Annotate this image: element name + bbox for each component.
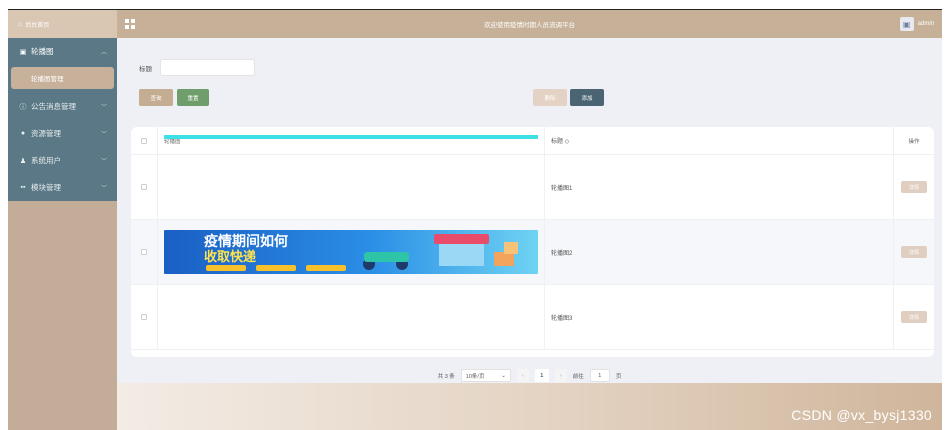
pagination: 共 3 条 10条/页 ⌄ ‹ 1 › 前往 1 页 [117,369,942,382]
reset-button[interactable]: 重置 [177,89,209,106]
watermark: CSDN @vx_bysj1330 [791,407,932,423]
detail-button[interactable]: 详情 [901,181,927,193]
carousel-image [158,285,545,349]
home-icon: ⌂ [18,20,23,28]
chevron-down-icon: ﹀ [100,105,107,111]
goto-prefix: 前往 [572,373,584,380]
carousel-image [158,135,545,219]
sidebar-item-carousel[interactable]: ▣ 轮播图 ︿ [8,38,117,65]
row-title: 轮播图3 [545,285,894,349]
col-header-op: 操作 [908,138,920,145]
sidebar-home-label: 后台首页 [25,22,50,29]
delivery-banner-image: 疫情期间如何 收取快递 [164,230,538,274]
sidebar-item-label: 公告消息管理 [31,102,76,111]
sidebar-item-label: 轮播图 [31,47,54,56]
carousel-image: 疫情期间如何 收取快递 [158,220,545,284]
select-all-checkbox[interactable] [131,127,158,154]
sidebar-home-link[interactable]: ⌂ 后台首页 [8,10,117,38]
row-title: 轮播图2 [545,220,894,284]
sidebar-subitem-carousel-manage[interactable]: 轮播图管理 [11,67,114,89]
page-title: 欢迎使用疫情时期人员流调平台 [484,22,575,29]
table-row: 轮播图1 详情 [131,135,934,220]
delete-button[interactable]: 删除 [533,89,567,106]
username: admin [917,21,934,27]
goto-suffix: 页 [615,373,622,380]
table-row: 疫情期间如何 收取快递 轮播图2 详情 [131,220,934,285]
carousel-table: 轮播图 标题 ◇ 操作 轮播图1 详情 疫情期间如何 收取快递 轮播图2 详情 … [131,127,934,357]
user-icon: ♟ [19,157,27,165]
chevron-down-icon: ⌄ [501,372,506,379]
sidebar-item-notices[interactable]: ⓘ 公告消息管理 ﹀ [8,93,117,120]
footer: CSDN @vx_bysj1330 [117,383,942,430]
goto-page-input[interactable]: 1 [589,369,610,382]
row-checkbox[interactable] [131,285,158,349]
col-header-image: 轮播图 [158,127,545,154]
table-row: 轮播图3 详情 [131,285,934,350]
sidebar: ⌂ 后台首页 ▣ 轮播图 ︿ 轮播图管理 ⓘ 公告消息管理 ﹀ ● 资源管理 ﹀… [8,10,117,430]
page-number[interactable]: 1 [534,369,549,382]
search-button[interactable]: 查询 [139,89,173,106]
chevron-up-icon: ︿ [100,50,107,56]
detail-button[interactable]: 详情 [901,311,927,323]
add-button[interactable]: 添加 [570,89,604,106]
prev-page-button[interactable]: ‹ [516,369,529,382]
chevron-down-icon: ﹀ [100,132,107,138]
total-count: 共 3 条 [437,373,455,380]
avatar: ▣ [899,17,914,31]
sidebar-item-resources[interactable]: ● 资源管理 ﹀ [8,120,117,147]
main-content: 标题 查询 重置 删除 添加 轮播图 标题 ◇ 操作 轮播图1 详情 疫情期间如… [117,38,942,383]
row-checkbox[interactable] [131,155,158,219]
sidebar-item-label: 资源管理 [31,129,61,138]
sidebar-menu: ▣ 轮播图 ︿ 轮播图管理 ⓘ 公告消息管理 ﹀ ● 资源管理 ﹀ ♟ 系统用户… [8,38,117,201]
row-checkbox[interactable] [131,220,158,284]
title-filter-label: 标题 [139,65,152,73]
menu-toggle-icon[interactable] [125,19,135,29]
cyan-banner-strip [164,135,538,139]
image-icon: ▣ [19,48,27,56]
banner-subheadline: 收取快递 [204,249,256,265]
sidebar-item-modules[interactable]: ▪▪ 模块管理 ﹀ [8,174,117,201]
info-circle-icon: ⓘ [19,103,27,111]
sidebar-item-label: 系统用户 [31,156,61,165]
chevron-down-icon: ﹀ [100,186,107,192]
grid-icon: ▪▪ [20,184,26,191]
app-frame: ⌂ 后台首页 ▣ 轮播图 ︿ 轮播图管理 ⓘ 公告消息管理 ﹀ ● 资源管理 ﹀… [8,9,942,430]
col-header-title[interactable]: 标题 ◇ [545,127,894,154]
detail-button[interactable]: 详情 [901,246,927,258]
location-pin-icon: ● [20,130,26,137]
search-bar: 标题 [139,59,255,76]
next-page-button[interactable]: › [554,369,567,382]
page-size-select[interactable]: 10条/页 ⌄ [460,369,511,382]
top-header: 欢迎使用疫情时期人员流调平台 ▣ admin [117,10,942,38]
sidebar-item-system-users[interactable]: ♟ 系统用户 ﹀ [8,147,117,174]
title-filter-input[interactable] [160,59,255,76]
user-menu[interactable]: ▣ admin [899,17,934,31]
sidebar-item-label: 模块管理 [31,183,61,192]
table-header: 轮播图 标题 ◇ 操作 [131,127,934,155]
banner-headline: 疫情期间如何 [204,233,288,250]
row-title: 轮播图1 [545,155,894,219]
chevron-down-icon: ﹀ [100,159,107,165]
